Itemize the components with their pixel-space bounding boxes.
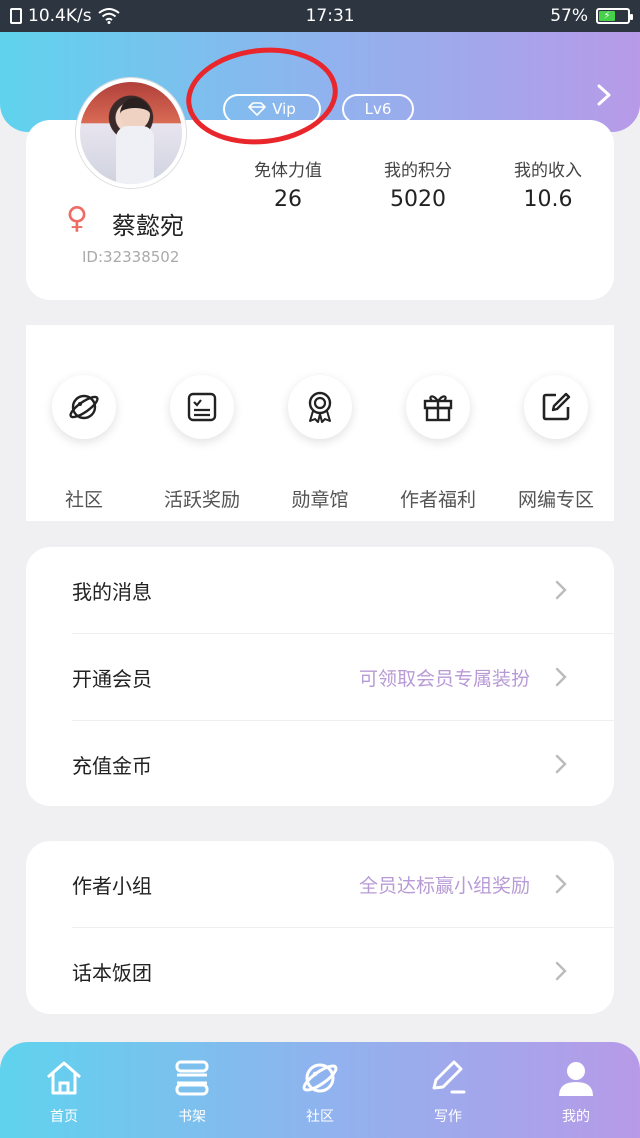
home-icon (19, 1056, 109, 1100)
user-id: ID:32338502 (82, 248, 180, 266)
menu-item-hint: 可领取会员专属装扮 (358, 667, 530, 690)
grid-label: 作者福利 (399, 489, 476, 511)
medal-icon (308, 391, 332, 423)
chevron-right-icon (555, 580, 567, 600)
wifi-icon (97, 8, 120, 24)
stat-value: 5020 (390, 187, 446, 212)
menu-item-label: 我的消息 (72, 579, 152, 604)
bookshelf-icon (147, 1056, 237, 1100)
planet-icon (69, 394, 99, 420)
status-bar: 10.4K/s 17:31 57% ⚡ (0, 0, 640, 32)
chevron-right-icon (555, 667, 567, 687)
grid-icon-circle (524, 375, 588, 439)
level-label: Lv6 (364, 100, 392, 118)
battery-icon: ⚡ (596, 8, 633, 24)
grid-icon-circle (288, 375, 352, 439)
menu-item-recharge-coins[interactable]: 充值金币 (26, 721, 614, 807)
status-left: 10.4K/s (10, 6, 230, 26)
menu-item-my-messages[interactable]: 我的消息 (26, 547, 614, 633)
status-time: 17:31 (305, 6, 355, 26)
menu-item-label: 作者小组 (72, 873, 152, 898)
nav-label: 社区 (306, 1109, 334, 1125)
feature-grid: 社区 活跃奖励 勋章馆 作者福利 网编专区 (26, 325, 614, 521)
gift-icon (423, 395, 453, 422)
header-chevron-right-icon[interactable] (594, 82, 614, 106)
grid-label: 活跃奖励 (163, 489, 240, 511)
charging-icon: ⚡ (603, 10, 611, 22)
planet-icon (275, 1056, 365, 1100)
menu-item-label: 充值金币 (72, 753, 152, 778)
menu-item-open-membership[interactable]: 开通会员 可领取会员专属装扮 (26, 634, 614, 720)
chevron-right-icon (555, 961, 567, 981)
stat-value: 26 (274, 187, 302, 212)
grid-icon-circle (406, 375, 470, 439)
stat-label: 我的收入 (514, 161, 582, 181)
nav-label: 书架 (178, 1109, 206, 1125)
grid-item-community[interactable]: 社区 (29, 375, 139, 512)
avatar[interactable] (76, 78, 186, 188)
grid-item-editor-zone[interactable]: 网编专区 (501, 375, 611, 512)
menu-item-author-group[interactable]: 作者小组 全员达标赢小组奖励 (26, 841, 614, 927)
grid-icon-circle (170, 375, 234, 439)
stat-label: 免体力值 (254, 161, 322, 181)
nav-item-home[interactable]: 首页 (19, 1056, 109, 1126)
grid-label: 社区 (64, 489, 103, 511)
nav-label: 首页 (50, 1109, 78, 1125)
stat-points[interactable]: 我的积分 5020 (358, 156, 478, 212)
grid-item-activity-reward[interactable]: 活跃奖励 (147, 375, 257, 512)
status-right: 57% ⚡ (550, 6, 633, 26)
stat-label: 我的积分 (384, 161, 452, 181)
grid-label: 勋章馆 (291, 489, 349, 511)
grid-icon-circle (52, 375, 116, 439)
menu-item-hint: 全员达标赢小组奖励 (358, 874, 530, 897)
menu-item-label: 开通会员 (72, 666, 152, 691)
stat-value: 10.6 (523, 187, 573, 212)
checklist-icon (187, 392, 217, 422)
nav-label: 我的 (562, 1109, 590, 1125)
menu-item-fan-club[interactable]: 话本饭团 (26, 928, 614, 1014)
bottom-nav: 首页 书架 社区 写作 我的 (0, 1042, 640, 1138)
female-icon: ♀ (66, 201, 88, 236)
edit-icon (542, 392, 571, 421)
user-name: 蔡懿宛 (112, 212, 184, 240)
avatar-body (116, 126, 154, 184)
grid-item-author-benefits[interactable]: 作者福利 (383, 375, 493, 512)
chevron-right-icon (555, 754, 567, 774)
nav-label: 写作 (434, 1109, 462, 1125)
user-icon (531, 1056, 621, 1100)
nav-item-bookshelf[interactable]: 书架 (147, 1056, 237, 1126)
nav-item-mine[interactable]: 我的 (531, 1056, 621, 1126)
level-badge[interactable]: Lv6 (342, 94, 414, 124)
grid-item-medal-hall[interactable]: 勋章馆 (265, 375, 375, 512)
grid-label: 网编专区 (517, 489, 594, 511)
menu-item-label: 话本饭团 (72, 960, 152, 985)
pen-icon (403, 1056, 493, 1100)
notification-icon (10, 8, 22, 24)
net-speed: 10.4K/s (28, 6, 92, 26)
stat-stamina[interactable]: 免体力值 26 (228, 156, 348, 212)
stat-income[interactable]: 我的收入 10.6 (488, 156, 608, 212)
menu-card-author: 作者小组 全员达标赢小组奖励 话本饭团 (26, 841, 614, 1014)
battery-percent: 57% (550, 6, 588, 26)
battery-level: ⚡ (599, 10, 615, 22)
menu-card-account: 我的消息 开通会员 可领取会员专属装扮 充值金币 (26, 547, 614, 806)
nav-item-community[interactable]: 社区 (275, 1056, 365, 1126)
chevron-right-icon (555, 874, 567, 894)
nav-item-write[interactable]: 写作 (403, 1056, 493, 1126)
